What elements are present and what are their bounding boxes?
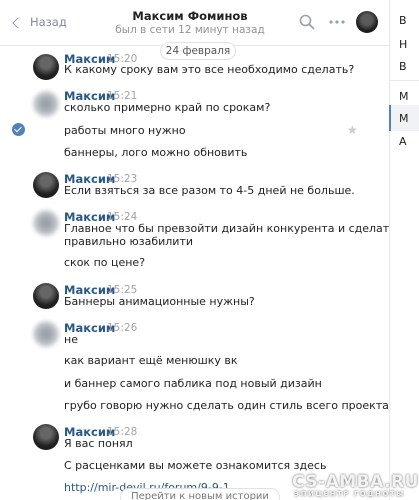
- chat-header: Назад Максим Фоминов был в сети 12 минут…: [0, 0, 389, 46]
- right-sidebar: [389, 0, 419, 500]
- message-text: правильно юзабилити: [64, 235, 193, 248]
- avatar[interactable]: [33, 91, 59, 117]
- sidebar-item[interactable]: М: [399, 90, 409, 103]
- avatar[interactable]: [33, 172, 59, 198]
- message-text: Если взяться за все разом то 4-5 дней не…: [64, 184, 355, 197]
- message-text: как вариант ещё менюшку вк: [64, 354, 238, 367]
- message-text: К какому сроку вам это все необходимо сд…: [64, 63, 355, 76]
- message-text: Баннеры анимационные нужны?: [64, 295, 255, 308]
- avatar[interactable]: [33, 424, 59, 450]
- sidebar-item[interactable]: В: [399, 60, 407, 73]
- chevron-left-icon: [12, 16, 24, 29]
- selected-check-icon[interactable]: [12, 123, 25, 136]
- scroll-to-new-button[interactable]: Перейти к новым истории: [120, 488, 280, 500]
- header-avatar[interactable]: [356, 11, 378, 33]
- more-icon[interactable]: [328, 14, 346, 30]
- back-label: Назад: [30, 15, 67, 29]
- message-text: работы много нужно: [64, 124, 186, 137]
- chat-title[interactable]: Максим Фоминов: [110, 9, 270, 23]
- message-text: Я вас понял: [64, 437, 133, 450]
- chat-status: был в сети 12 минут назад: [115, 24, 265, 36]
- sidebar-item[interactable]: М: [399, 112, 409, 125]
- message-text: не: [64, 333, 78, 346]
- chat-panel: Назад Максим Фоминов был в сети 12 минут…: [0, 0, 389, 500]
- avatar[interactable]: [33, 321, 59, 347]
- watermark-logo: CS-AMBA.RU: [292, 472, 419, 492]
- message-text: Главное что бы превзойти дизайн конкурен…: [64, 222, 389, 235]
- star-icon[interactable]: ★: [347, 123, 358, 137]
- message-time[interactable]: 15:26: [107, 322, 137, 334]
- message-text: и баннер самого паблика под новый дизайн: [64, 377, 322, 390]
- sidebar-item[interactable]: Н: [399, 38, 407, 51]
- message-text: баннеры, лого можно обновить: [64, 146, 248, 159]
- sidebar-item[interactable]: А: [399, 135, 407, 148]
- message-text: сколько примерно край по срокам?: [64, 101, 271, 114]
- watermark-tagline: ЭПИЦЕНТР ГОДНОТЫ: [294, 490, 405, 498]
- date-separator: 24 февраля: [160, 42, 236, 60]
- avatar[interactable]: [33, 210, 59, 236]
- message-text: скок по цене?: [64, 256, 146, 269]
- message-text: грубо говорю нужно сделать один стиль вс…: [64, 399, 389, 412]
- search-icon[interactable]: [299, 14, 315, 30]
- back-button[interactable]: Назад: [12, 14, 67, 30]
- sidebar-item[interactable]: В: [399, 14, 407, 27]
- message-text: С расценками вы можете ознакомится здесь: [64, 459, 327, 472]
- sidebar-divider: [390, 80, 419, 81]
- avatar[interactable]: [33, 54, 59, 80]
- avatar[interactable]: [33, 283, 59, 309]
